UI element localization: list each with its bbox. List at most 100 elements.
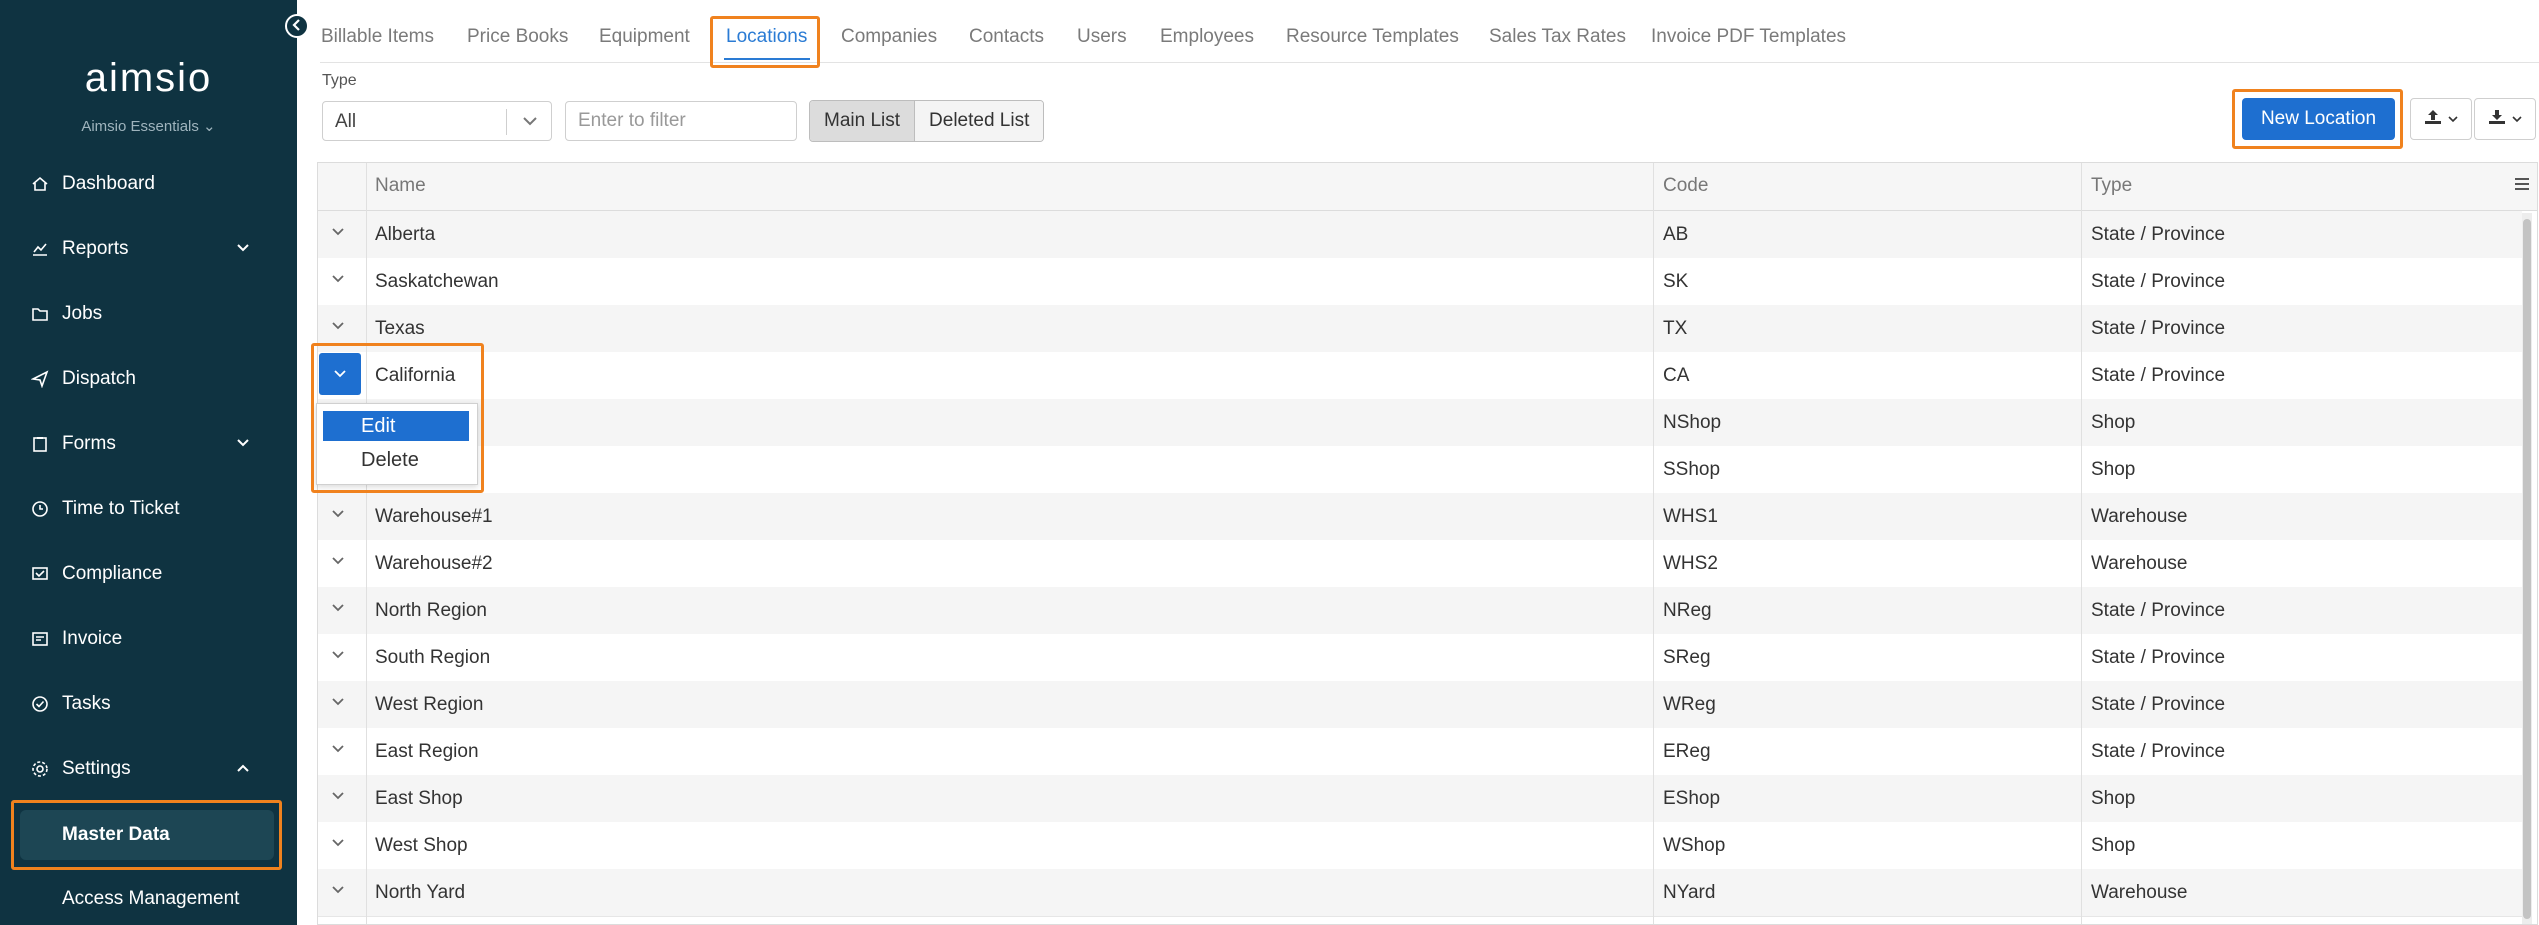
column-divider[interactable] bbox=[1653, 163, 1654, 924]
cell-code: WReg bbox=[1663, 694, 1716, 715]
row-expand-chevron-icon[interactable] bbox=[332, 505, 344, 522]
sidebar-item-label: Tasks bbox=[62, 693, 111, 714]
sidebar-item-dashboard[interactable]: Dashboard bbox=[0, 164, 297, 204]
delete-menu-item[interactable]: Delete bbox=[323, 445, 469, 475]
tab-contacts[interactable]: Contacts bbox=[969, 26, 1044, 48]
row-expand-chevron-icon[interactable] bbox=[332, 787, 344, 804]
tab-equipment[interactable]: Equipment bbox=[599, 26, 690, 48]
table-row[interactable]: East Region EReg State / Province bbox=[318, 728, 2522, 776]
cell-code: WShop bbox=[1663, 835, 1726, 856]
scrollbar-thumb[interactable] bbox=[2523, 219, 2531, 919]
table-row[interactable]: California CA State / Province bbox=[318, 352, 2522, 400]
tab-invoice-pdf-templates[interactable]: Invoice PDF Templates bbox=[1651, 26, 1846, 48]
list-toggle: Main List Deleted List bbox=[809, 100, 1045, 142]
sidebar-item-master-data[interactable]: Master Data bbox=[20, 810, 274, 860]
sidebar-item-time-to-ticket[interactable]: Time to Ticket bbox=[0, 489, 297, 529]
cell-code: AB bbox=[1663, 224, 1689, 245]
table-row[interactable]: NShop Shop bbox=[318, 399, 2522, 447]
row-expand-chevron-icon[interactable] bbox=[332, 552, 344, 569]
row-expand-chevron-icon[interactable] bbox=[332, 881, 344, 898]
chevron-down-icon[interactable] bbox=[521, 108, 539, 140]
grid-header: Name Code Type bbox=[318, 163, 2537, 211]
sidebar-item-invoice[interactable]: Invoice bbox=[0, 619, 297, 659]
table-row[interactable]: Alberta AB State / Province bbox=[318, 211, 2522, 259]
new-location-button[interactable]: New Location bbox=[2242, 98, 2395, 140]
edition-selector[interactable]: Aimsio Essentials ⌄ bbox=[0, 117, 297, 135]
sidebar-item-label: Dashboard bbox=[62, 173, 155, 194]
tab-resource-templates[interactable]: Resource Templates bbox=[1286, 26, 1459, 48]
grid-scrollbar[interactable] bbox=[2522, 213, 2532, 924]
cell-type: State / Province bbox=[2091, 741, 2226, 762]
sidebar-item-label: Compliance bbox=[62, 563, 163, 584]
table-row[interactable]: Warehouse#1 WHS1 Warehouse bbox=[318, 493, 2522, 541]
import-button[interactable] bbox=[2410, 98, 2472, 140]
sidebar-item-access-management[interactable]: Access Management bbox=[62, 888, 239, 910]
cell-code: EReg bbox=[1663, 741, 1711, 762]
row-expand-chevron-icon[interactable] bbox=[332, 693, 344, 710]
cell-name: East Shop bbox=[375, 788, 463, 809]
cell-code: SK bbox=[1663, 271, 1689, 292]
cell-name: Saskatchewan bbox=[375, 271, 499, 292]
sidebar-item-dispatch[interactable]: Dispatch bbox=[0, 359, 297, 399]
deleted-list-button[interactable]: Deleted List bbox=[915, 101, 1044, 141]
table-row[interactable]: Texas TX State / Province bbox=[318, 305, 2522, 353]
aimsio-logo[interactable]: aimsio bbox=[0, 56, 297, 101]
sidebar-item-label: Invoice bbox=[62, 628, 123, 649]
column-header-code[interactable]: Code bbox=[1663, 175, 1708, 197]
table-row[interactable]: North Yard NYard Warehouse bbox=[318, 869, 2522, 917]
sidebar-item-jobs[interactable]: Jobs bbox=[0, 294, 297, 334]
cell-code: TX bbox=[1663, 318, 1688, 339]
main-list-button[interactable]: Main List bbox=[810, 101, 916, 141]
sidebar-item-settings[interactable]: Settings bbox=[0, 749, 297, 789]
row-expand-chevron-icon[interactable] bbox=[332, 740, 344, 757]
row-expand-chevron-icon[interactable] bbox=[332, 270, 344, 287]
tab-users[interactable]: Users bbox=[1077, 26, 1127, 48]
cell-type: State / Province bbox=[2091, 271, 2226, 292]
row-expand-chevron-icon[interactable] bbox=[332, 834, 344, 851]
table-row[interactable]: East Shop EShop Shop bbox=[318, 775, 2522, 823]
table-row[interactable]: Saskatchewan SK State / Province bbox=[318, 258, 2522, 306]
column-header-type[interactable]: Type bbox=[2091, 175, 2132, 197]
column-menu-icon[interactable] bbox=[2513, 175, 2531, 199]
sidebar-item-compliance[interactable]: Compliance bbox=[0, 554, 297, 594]
tab-billable-items[interactable]: Billable Items bbox=[321, 26, 434, 48]
table-row[interactable]: North Region NReg State / Province bbox=[318, 587, 2522, 635]
collapse-sidebar-button[interactable] bbox=[285, 14, 309, 38]
tab-employees[interactable]: Employees bbox=[1160, 26, 1254, 48]
row-action-menu: Edit Delete bbox=[316, 403, 478, 485]
row-expand-chevron-icon[interactable] bbox=[332, 646, 344, 663]
filter-input[interactable] bbox=[565, 101, 797, 141]
sidebar-item-label: Master Data bbox=[62, 824, 170, 845]
tab-sales-tax-rates[interactable]: Sales Tax Rates bbox=[1489, 26, 1626, 48]
table-row[interactable]: South Region SReg State / Province bbox=[318, 634, 2522, 682]
type-select[interactable]: All bbox=[322, 101, 552, 141]
clock-icon bbox=[30, 499, 50, 519]
type-filter-label: Type bbox=[322, 72, 357, 89]
sidebar-item-tasks[interactable]: Tasks bbox=[0, 684, 297, 724]
row-expand-chevron-icon[interactable] bbox=[332, 599, 344, 616]
edit-menu-item[interactable]: Edit bbox=[323, 411, 469, 441]
table-row[interactable]: Warehouse#2 WHS2 Warehouse bbox=[318, 540, 2522, 588]
table-row[interactable]: West Region WReg State / Province bbox=[318, 681, 2522, 729]
tab-companies[interactable]: Companies bbox=[841, 26, 937, 48]
chevron-down-icon bbox=[236, 240, 250, 258]
sidebar-item-label: Settings bbox=[62, 758, 131, 779]
cell-name: Alberta bbox=[375, 224, 436, 245]
type-select-value: All bbox=[335, 111, 357, 132]
column-divider[interactable] bbox=[2081, 163, 2082, 924]
upload-icon bbox=[2424, 109, 2442, 130]
table-row[interactable]: West Shop WShop Shop bbox=[318, 822, 2522, 870]
gear-icon bbox=[30, 759, 50, 779]
row-expand-chevron-icon[interactable] bbox=[332, 317, 344, 334]
tab-price-books[interactable]: Price Books bbox=[467, 26, 568, 48]
row-expand-button-active[interactable] bbox=[319, 353, 361, 395]
row-expand-chevron-icon[interactable] bbox=[332, 223, 344, 240]
column-header-name[interactable]: Name bbox=[375, 175, 426, 197]
export-button[interactable] bbox=[2474, 98, 2536, 140]
sidebar-item-forms[interactable]: Forms bbox=[0, 424, 297, 464]
cell-type: Shop bbox=[2091, 835, 2136, 856]
table-row[interactable]: SShop Shop bbox=[318, 446, 2522, 494]
download-icon bbox=[2488, 109, 2506, 130]
sidebar-item-reports[interactable]: Reports bbox=[0, 229, 297, 269]
chevron-down-icon bbox=[2448, 110, 2458, 128]
